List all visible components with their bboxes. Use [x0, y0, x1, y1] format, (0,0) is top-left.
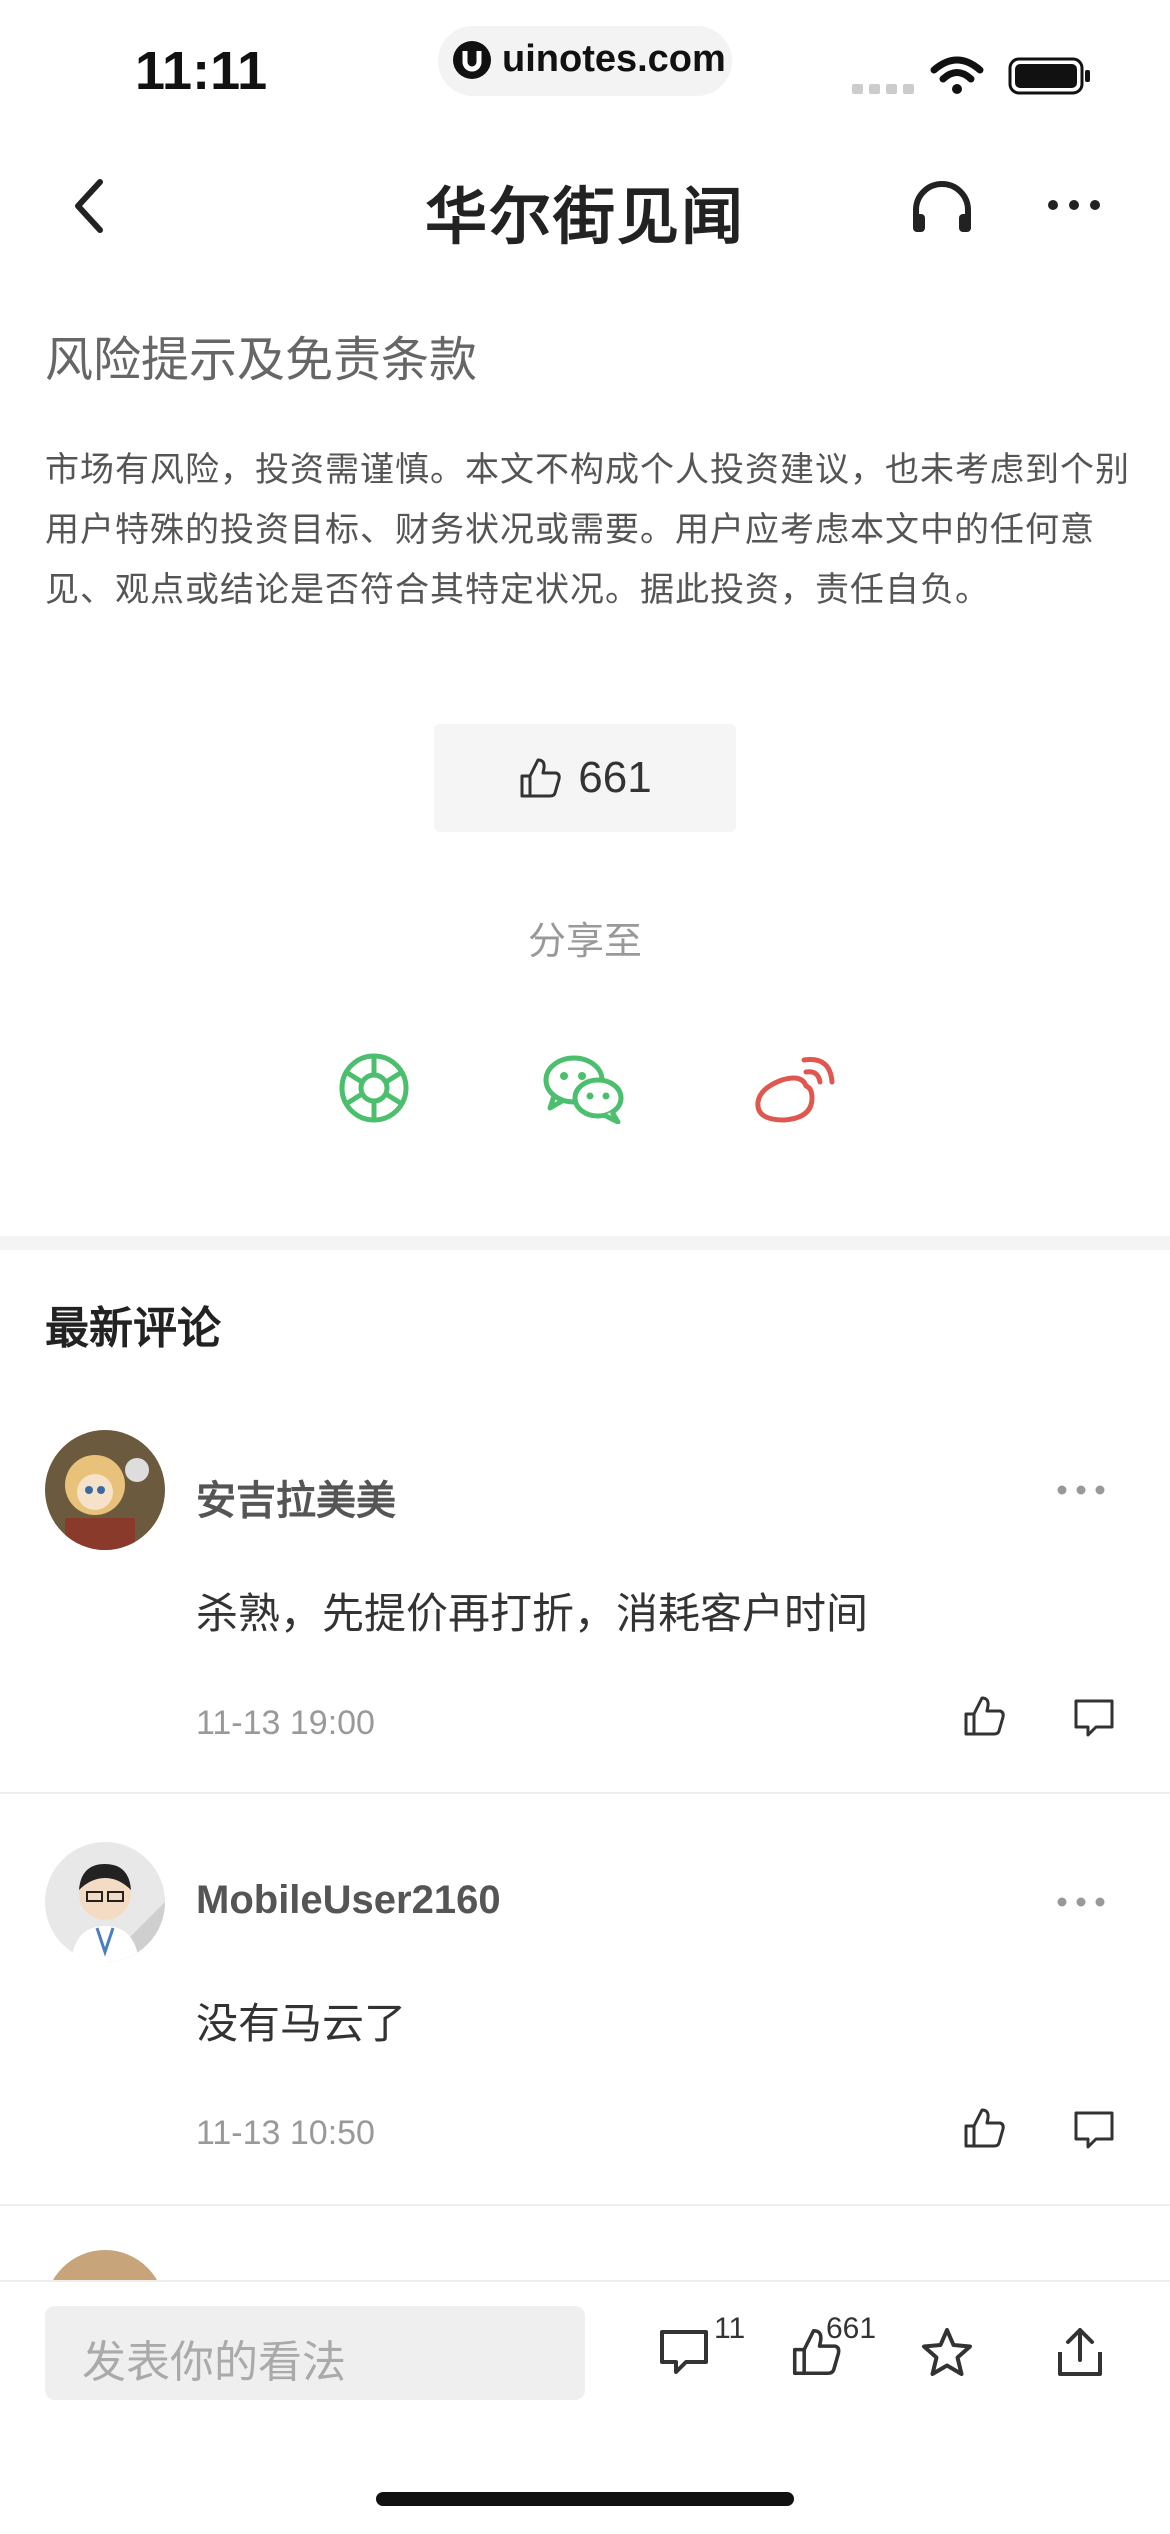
thumbs-up-icon	[520, 758, 561, 798]
star-icon[interactable]	[920, 2326, 974, 2380]
comment-text: 杀熟，先提价再打折，消耗客户时间	[196, 1589, 869, 1638]
wifi-icon	[930, 56, 984, 94]
comment-time: 11-13 19:00	[196, 1704, 375, 1742]
comment-input-placeholder: 发表你的看法	[82, 2337, 346, 2388]
headphones-icon[interactable]	[910, 180, 974, 236]
comment-more-icon[interactable]	[1056, 1484, 1106, 1496]
comment-reply-icon[interactable]	[1072, 1696, 1116, 1740]
battery-icon	[1008, 57, 1090, 95]
disclaimer-title: 风险提示及免责条款	[45, 332, 478, 388]
share-icon[interactable]	[1054, 2324, 1106, 2380]
comment-more-icon[interactable]	[1056, 1896, 1106, 1908]
section-divider	[0, 1236, 1170, 1250]
uinotes-logo-icon	[453, 41, 491, 79]
comment-time: 11-13 10:50	[196, 2114, 375, 2152]
share-label: 分享至	[527, 919, 642, 963]
weibo-icon[interactable]	[752, 1052, 836, 1124]
avatar-anime-icon	[45, 1430, 165, 1550]
comment-icon[interactable]	[658, 2326, 710, 2378]
comment-text: 没有马云了	[196, 1999, 407, 2048]
comment-author[interactable]: MobileUser2160	[196, 1878, 501, 1923]
more-icon[interactable]	[1046, 198, 1102, 212]
comment-reply-icon[interactable]	[1072, 2108, 1116, 2152]
comment-divider	[0, 1792, 1170, 1794]
signal-icon	[852, 84, 914, 94]
moments-icon[interactable]	[338, 1052, 410, 1124]
url-text: uinotes.com	[502, 38, 726, 80]
like-button[interactable]: 661	[434, 724, 736, 832]
comment-like-icon[interactable]	[962, 2106, 1006, 2150]
like-count-badge: 661	[826, 2312, 877, 2345]
home-indicator[interactable]	[376, 2492, 794, 2506]
disclaimer-body: 市场有风险，投资需谨慎。本文不构成个人投资建议，也未考虑到个别用户特殊的投资目标…	[45, 450, 1130, 610]
avatar[interactable]	[45, 1842, 165, 1962]
status-time: 11:11	[135, 41, 268, 101]
comment-divider	[0, 2204, 1170, 2206]
comment-count-badge: 11	[714, 2312, 746, 2345]
comment-author[interactable]: 安吉拉美美	[196, 1468, 396, 1526]
like-count: 661	[578, 753, 652, 802]
avatar[interactable]	[45, 2250, 165, 2280]
avatar[interactable]	[45, 1430, 165, 1550]
wechat-icon[interactable]	[542, 1052, 626, 1124]
brand-title: 华尔街见闻	[424, 180, 745, 253]
comment-like-icon[interactable]	[962, 1694, 1006, 1738]
comments-section-title: 最新评论	[45, 1303, 221, 1354]
avatar-person-icon	[45, 1842, 165, 1962]
